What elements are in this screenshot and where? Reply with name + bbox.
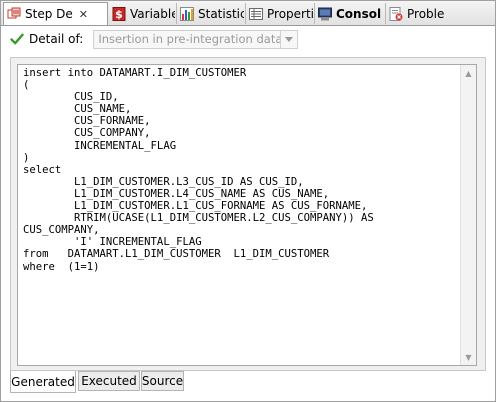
tab-statistics[interactable]: Statistic (176, 3, 244, 24)
svg-text:$: $ (115, 8, 123, 21)
problems-icon (389, 6, 403, 21)
tab-label: Step De (25, 7, 73, 21)
tab-generated[interactable]: Generated (10, 371, 76, 393)
tab-label: Executed (81, 374, 137, 388)
tab-label: Generated (11, 374, 75, 389)
chevron-down-icon[interactable] (280, 30, 297, 48)
sql-code[interactable]: insert into DATAMART.I_DIM_CUSTOMER ( CU… (23, 67, 374, 273)
vertical-scrollbar[interactable]: ▲ ▼ (460, 65, 476, 365)
tab-label: Properti (267, 6, 313, 21)
detail-of-label: Detail of: (29, 32, 84, 46)
bar-chart-icon (180, 6, 194, 21)
tab-label: Proble (407, 6, 445, 21)
view-tab-bar: Step De ✕ $ Variable Statistic Properti … (1, 1, 495, 26)
tab-executed[interactable]: Executed (78, 371, 140, 391)
dollar-icon: $ (112, 6, 126, 21)
close-icon[interactable]: ✕ (79, 8, 88, 21)
properties-icon (249, 7, 263, 21)
check-icon (10, 32, 24, 46)
step-detail-view: Step De ✕ $ Variable Statistic Properti … (0, 0, 496, 402)
detail-combo-value: Insertion in pre-integration data (98, 32, 281, 46)
tab-label: Variable (130, 6, 175, 21)
detail-toolbar: Detail of: Insertion in pre-integration … (1, 26, 495, 52)
scroll-down-icon[interactable]: ▼ (461, 350, 476, 364)
tab-variables[interactable]: $ Variable (109, 3, 175, 24)
code-editor[interactable]: insert into DATAMART.I_DIM_CUSTOMER ( CU… (17, 64, 477, 366)
tab-label: Statistic (198, 6, 244, 21)
tab-label: Source (141, 374, 184, 388)
tab-source[interactable]: Source (141, 371, 184, 391)
tab-properties[interactable]: Properti (245, 3, 313, 24)
step-detail-icon (7, 7, 21, 21)
tab-label: Consol (336, 6, 382, 21)
tab-console[interactable]: Consol (314, 3, 384, 24)
content-panel: insert into DATAMART.I_DIM_CUSTOMER ( CU… (10, 57, 486, 371)
sub-tab-bar: Generated Executed Source (10, 371, 486, 393)
tab-problems[interactable]: Proble (385, 3, 455, 24)
console-icon (318, 7, 332, 21)
detail-combo[interactable]: Insertion in pre-integration data (93, 29, 299, 49)
tab-step-detail[interactable]: Step De ✕ (3, 2, 108, 25)
scroll-up-icon[interactable]: ▲ (461, 66, 476, 80)
